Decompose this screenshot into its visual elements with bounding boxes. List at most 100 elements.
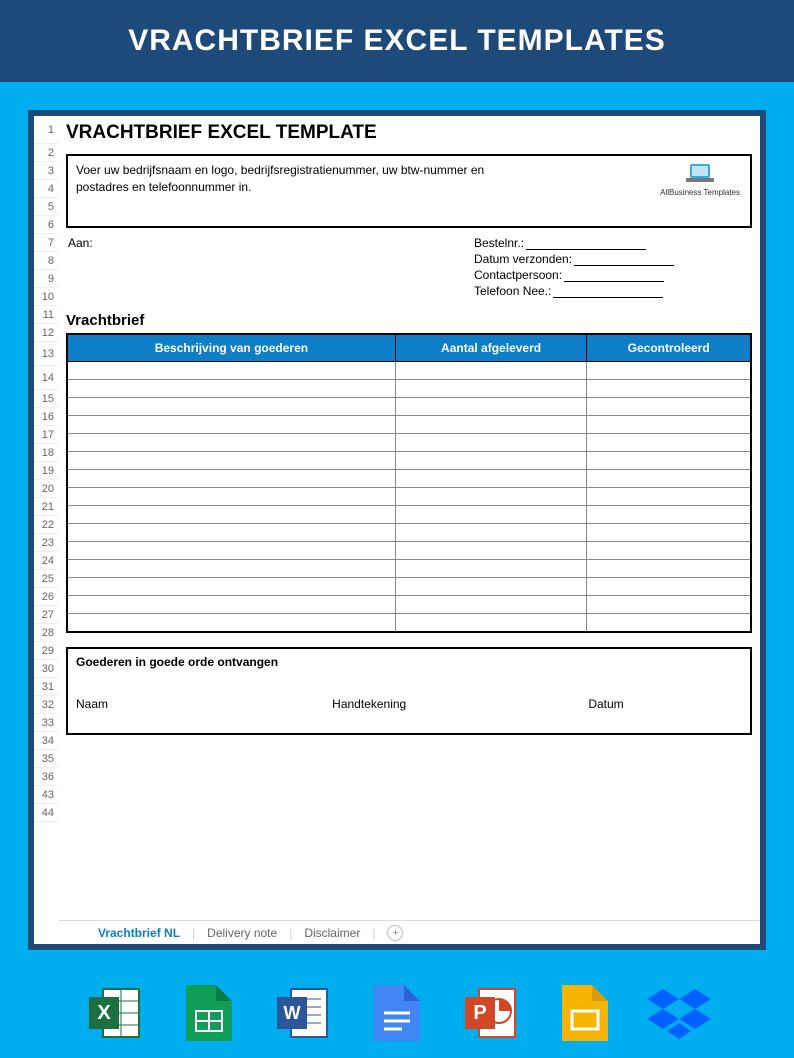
row-number: 20 [34, 480, 58, 498]
row-number: 33 [34, 714, 58, 732]
row-gutter: 1 2 3 4 5 6 7 8 9 10 11 12 13 14 15 16 1… [34, 116, 58, 822]
col-delivered: Aantal afgeleverd [395, 334, 587, 362]
row-number: 2 [34, 144, 58, 162]
page-banner: VRACHTBRIEF EXCEL TEMPLATES [0, 0, 794, 82]
row-number: 6 [34, 216, 58, 234]
received-box: Goederen in goede orde ontvangen Naam Ha… [66, 647, 752, 735]
row-number: 9 [34, 270, 58, 288]
meta-block: Aan: Bestelnr.: Datum verzonden: Contact… [66, 232, 752, 304]
table-row[interactable] [67, 488, 751, 506]
excel-preview: 1 2 3 4 5 6 7 8 9 10 11 12 13 14 15 16 1… [28, 110, 766, 950]
app-icons-row: X W P [80, 978, 714, 1048]
row-number: 19 [34, 462, 58, 480]
order-label: Bestelnr.: [474, 236, 524, 250]
table-row[interactable] [67, 380, 751, 398]
to-label: Aan: [68, 236, 470, 250]
dropbox-icon[interactable] [644, 978, 714, 1048]
row-number: 29 [34, 642, 58, 660]
page-content: 1 2 3 4 5 6 7 8 9 10 11 12 13 14 15 16 1… [0, 82, 794, 978]
contact-label: Contactpersoon: [474, 268, 562, 282]
tab-sep: | [372, 926, 375, 940]
col-checked: Gecontroleerd [587, 334, 751, 362]
row-number: 10 [34, 288, 58, 306]
row-number: 15 [34, 390, 58, 408]
section-title: Vrachtbrief [66, 312, 752, 329]
row-number: 44 [34, 804, 58, 822]
sheets-icon[interactable] [174, 978, 244, 1048]
template-title: VRACHTBRIEF EXCEL TEMPLATE [66, 122, 752, 144]
date-field[interactable] [574, 265, 674, 266]
order-field[interactable] [526, 249, 646, 250]
row-number: 24 [34, 552, 58, 570]
row-number: 43 [34, 786, 58, 804]
row-number: 1 [34, 116, 58, 144]
table-row[interactable] [67, 614, 751, 632]
sig-name-label: Naam [76, 697, 332, 711]
date-label: Datum verzonden: [474, 252, 572, 266]
company-info-box: Voer uw bedrijfsnaam en logo, bedrijfsre… [66, 154, 752, 228]
table-row[interactable] [67, 470, 751, 488]
svg-text:P: P [473, 1002, 486, 1024]
brand-logo: AllBusiness Templates [660, 162, 740, 197]
table-row[interactable] [67, 560, 751, 578]
word-icon[interactable]: W [268, 978, 338, 1048]
row-number: 18 [34, 444, 58, 462]
tab-disclaimer[interactable]: Disclaimer [304, 926, 360, 940]
table-row[interactable] [67, 596, 751, 614]
sig-sign-label: Handtekening [332, 697, 588, 711]
row-number: 34 [34, 732, 58, 750]
table-row[interactable] [67, 416, 751, 434]
row-number: 12 [34, 324, 58, 342]
row-number: 4 [34, 180, 58, 198]
table-row[interactable] [67, 542, 751, 560]
row-number: 21 [34, 498, 58, 516]
laptop-icon [684, 162, 716, 186]
sheet-body: VRACHTBRIEF EXCEL TEMPLATE Voer uw bedri… [58, 116, 760, 735]
row-number: 35 [34, 750, 58, 768]
row-number: 30 [34, 660, 58, 678]
row-number: 25 [34, 570, 58, 588]
slides-icon[interactable] [550, 978, 620, 1048]
row-number: 3 [34, 162, 58, 180]
row-number: 27 [34, 606, 58, 624]
row-number: 7 [34, 234, 58, 252]
row-number: 28 [34, 624, 58, 642]
powerpoint-icon[interactable]: P [456, 978, 526, 1048]
row-number: 5 [34, 198, 58, 216]
table-row[interactable] [67, 524, 751, 542]
intro-text: Voer uw bedrijfsnaam en logo, bedrijfsre… [76, 162, 536, 196]
tab-sep: | [192, 926, 195, 940]
table-row[interactable] [67, 578, 751, 596]
brand-text: AllBusiness Templates [660, 188, 740, 197]
col-description: Beschrijving van goederen [67, 334, 395, 362]
contact-field[interactable] [564, 281, 664, 282]
svg-text:X: X [97, 1002, 111, 1024]
tab-active[interactable]: Vrachtbrief NL [98, 926, 180, 940]
svg-text:W: W [284, 1003, 301, 1023]
sig-date-label: Datum [588, 697, 742, 711]
row-number: 22 [34, 516, 58, 534]
table-row[interactable] [67, 434, 751, 452]
phone-field[interactable] [553, 297, 663, 298]
table-row[interactable] [67, 362, 751, 380]
excel-icon[interactable]: X [80, 978, 150, 1048]
table-row[interactable] [67, 506, 751, 524]
table-row[interactable] [67, 452, 751, 470]
table-row[interactable] [67, 398, 751, 416]
row-number: 14 [34, 366, 58, 390]
goods-table: Beschrijving van goederen Aantal afgelev… [66, 333, 752, 633]
row-number: 8 [34, 252, 58, 270]
row-number: 32 [34, 696, 58, 714]
row-number: 31 [34, 678, 58, 696]
tab-sep: | [289, 926, 292, 940]
row-number: 26 [34, 588, 58, 606]
phone-label: Telefoon Nee.: [474, 284, 551, 298]
new-tab-button[interactable]: + [387, 925, 403, 941]
tab-delivery[interactable]: Delivery note [207, 926, 277, 940]
row-number: 23 [34, 534, 58, 552]
row-number: 11 [34, 306, 58, 324]
received-title: Goederen in goede orde ontvangen [76, 655, 742, 669]
docs-icon[interactable] [362, 978, 432, 1048]
sheet-tabs: Vrachtbrief NL | Delivery note | Disclai… [58, 920, 760, 944]
row-number: 16 [34, 408, 58, 426]
